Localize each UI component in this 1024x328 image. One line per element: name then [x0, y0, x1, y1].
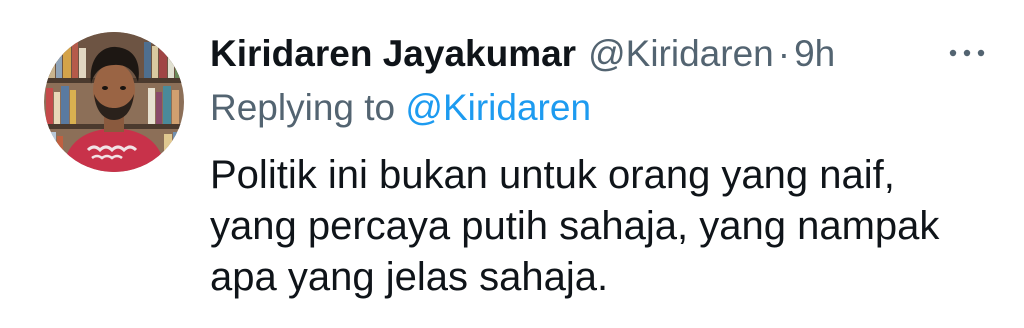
tweet-text-line: Politik ini bukan untuk orang yang naif, — [210, 153, 895, 197]
more-options-button[interactable] — [942, 36, 992, 72]
tweet-timestamp[interactable]: 9h — [794, 28, 835, 80]
replying-to: Replying to @Kiridaren — [210, 82, 591, 134]
more-horizontal-icon — [947, 45, 987, 63]
tweet-header: Kiridaren Jayakumar @Kiridaren · 9h — [210, 28, 835, 80]
tweet-text-line: yang percaya putih sahaja, yang nampak — [210, 204, 940, 248]
tweet[interactable]: Kiridaren Jayakumar @Kiridaren · 9h Repl… — [0, 0, 1024, 328]
replying-to-handle-link[interactable]: @Kiridaren — [405, 87, 591, 128]
author-name[interactable]: Kiridaren Jayakumar — [210, 28, 576, 80]
replying-to-label: Replying to — [210, 87, 396, 128]
avatar[interactable] — [44, 32, 184, 172]
tweet-text: Politik ini bukan untuk orang yang naif,… — [210, 150, 1000, 303]
author-handle[interactable]: @Kiridaren — [588, 28, 774, 80]
separator-dot: · — [777, 33, 791, 74]
tweet-text-line: apa yang jelas sahaja. — [210, 255, 609, 299]
